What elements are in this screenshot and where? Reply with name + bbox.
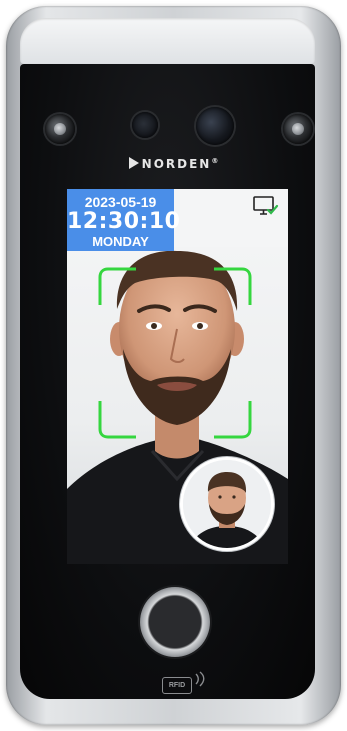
fingerprint-sensor[interactable]	[140, 587, 210, 657]
top-glass-bezel	[20, 18, 315, 64]
matched-user-thumbnail	[180, 457, 274, 551]
brand-registered-mark: ®	[211, 157, 219, 165]
clock-panel: 2023-05-19 12:30:10 MONDAY	[67, 189, 181, 251]
monitor-check-icon	[253, 196, 279, 215]
display-screen: 2023-05-19 12:30:10 MONDAY	[67, 189, 288, 564]
clock-date: 2023-05-19	[84, 194, 157, 210]
clock-day: MONDAY	[92, 234, 149, 249]
rfid-badge: RFID	[162, 677, 192, 694]
ir-led-right-icon	[283, 114, 313, 144]
clock-time: 12:30:10	[67, 209, 181, 234]
brand-logo: NORDEN®	[0, 157, 347, 171]
rfid-waves-icon	[195, 671, 205, 687]
ir-led-left-icon	[45, 114, 75, 144]
camera-main-icon	[196, 107, 234, 145]
face-detection-frame	[98, 267, 252, 439]
brand-name: NORDEN	[141, 157, 212, 171]
matched-user-photo	[183, 460, 271, 548]
brand-arrow-icon	[128, 157, 139, 169]
camera-small-icon	[132, 112, 158, 138]
